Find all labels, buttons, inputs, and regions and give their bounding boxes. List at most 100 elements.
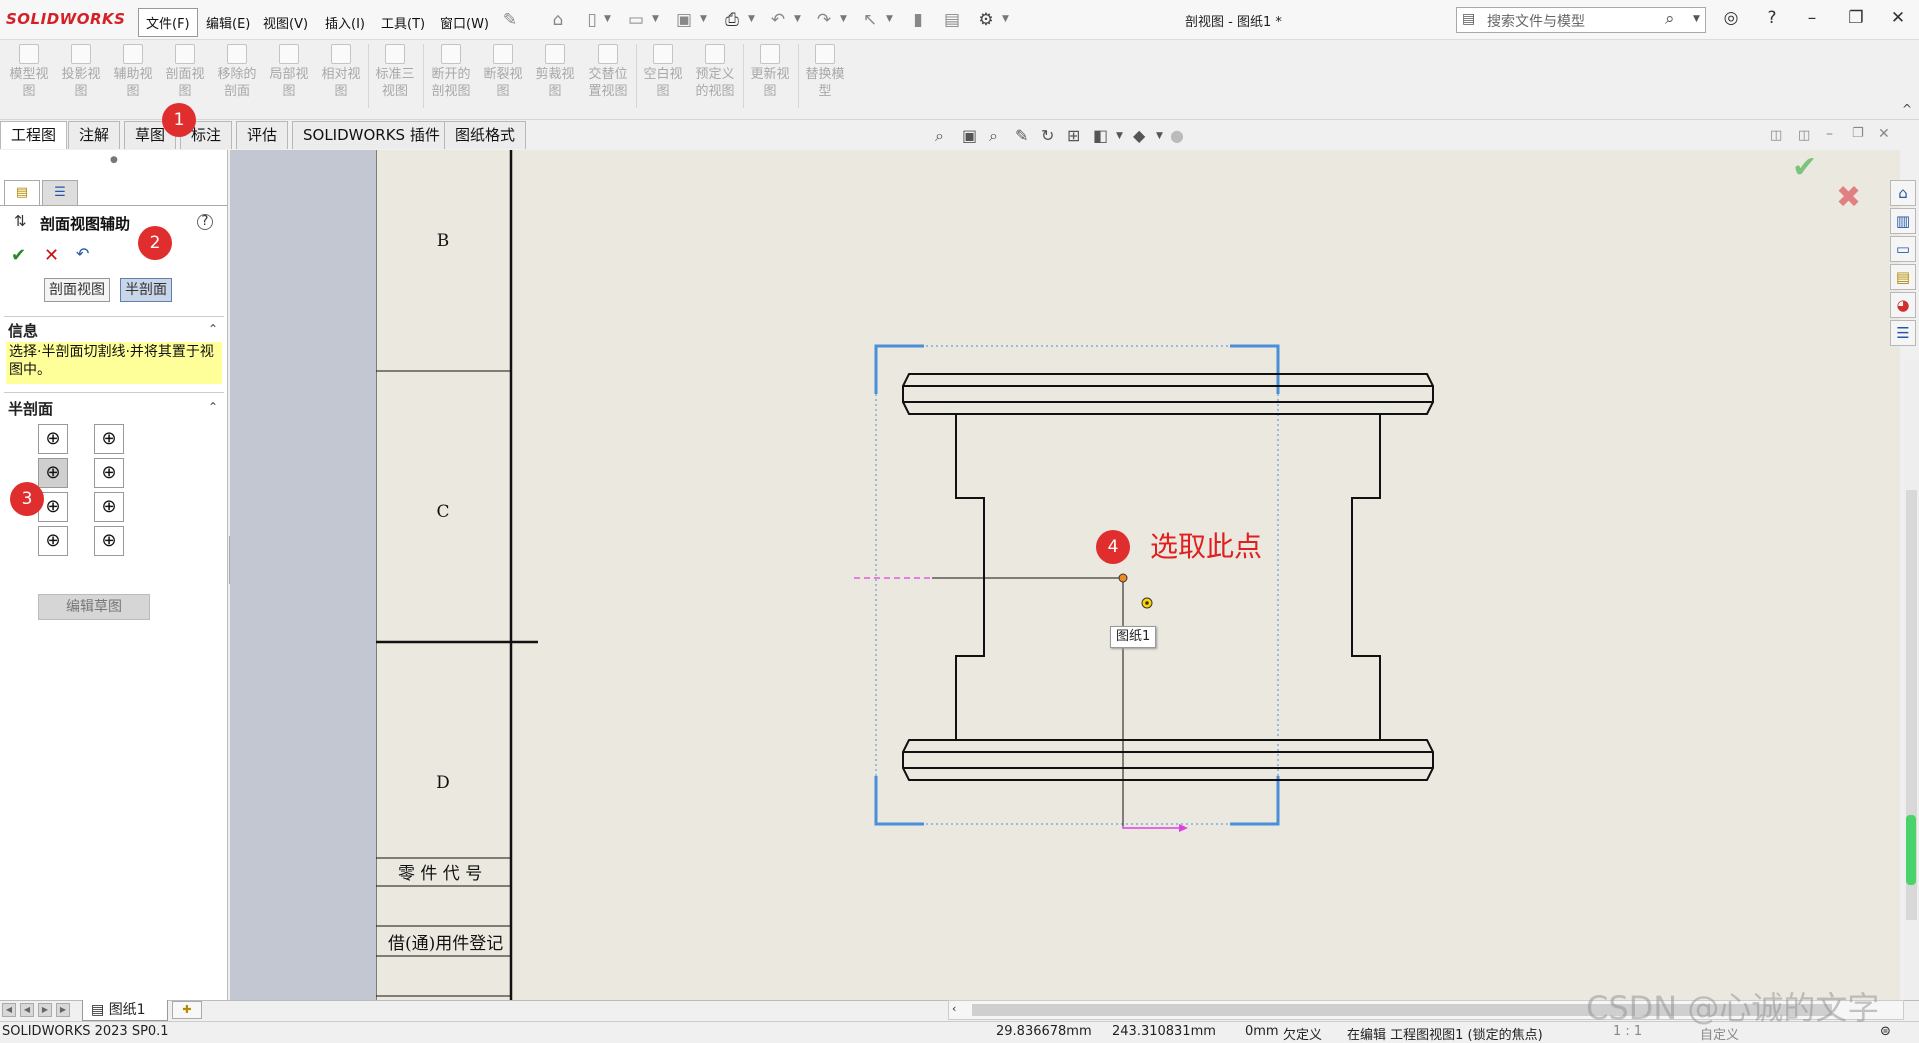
file-properties-icon[interactable]: ▤ [942, 10, 962, 30]
chevron-up-icon[interactable]: ⌃ [208, 400, 218, 414]
replace-model-button[interactable]: 替换模型 [802, 44, 848, 100]
part-outline[interactable] [902, 373, 1434, 781]
pick-point[interactable] [1118, 573, 1128, 583]
minimize-icon[interactable]: – [1826, 126, 1833, 142]
mode-section-view-button[interactable]: 剖面视图 [44, 278, 110, 302]
menu-tools[interactable]: 工具(T) [375, 11, 431, 34]
pan-icon[interactable]: ✎ [1015, 126, 1028, 145]
split-view-icon[interactable]: ◫ [1770, 128, 1782, 143]
property-manager-tab[interactable]: ▤ [4, 180, 40, 206]
select-arrow-icon[interactable]: ↖ [860, 10, 880, 30]
close-icon[interactable]: ✕ [1886, 8, 1910, 28]
half-section-top-right-button[interactable]: ⊕ [38, 424, 68, 454]
tab-sheet-format[interactable]: 图纸格式 [444, 121, 527, 149]
help-icon[interactable]: ? [1760, 8, 1784, 28]
redo-icon[interactable]: ↷ [814, 10, 834, 30]
broken-out-section-button[interactable]: 断开的剖视图 [427, 44, 475, 100]
chevron-down-icon[interactable]: ▼ [604, 14, 611, 24]
half-section-right-up-button[interactable]: ⊕ [38, 526, 68, 556]
model-view-button[interactable]: 模型视图 [6, 44, 52, 100]
close-icon[interactable]: ✕ [1878, 126, 1890, 142]
menu-view[interactable]: 视图(V) [257, 11, 314, 34]
standard-3-view-button[interactable]: 标准三视图 [372, 44, 418, 100]
chevron-down-icon[interactable]: ▼ [1116, 131, 1123, 141]
relative-view-button[interactable]: 相对视图 [318, 44, 364, 100]
scroll-left-icon[interactable]: ‹ [952, 1002, 956, 1015]
chevron-down-icon[interactable]: ▼ [700, 14, 707, 24]
detail-view-button[interactable]: 局部视图 [266, 44, 312, 100]
open-folder-icon[interactable]: ▭ [626, 10, 646, 30]
user-icon[interactable]: ◎ [1719, 8, 1743, 28]
tab-evaluate[interactable]: 评估 [236, 121, 289, 149]
tab-annotation[interactable]: 注解 [68, 121, 121, 149]
tab-drawing[interactable]: 工程图 [0, 121, 68, 149]
rotate-icon[interactable]: ↻ [1041, 126, 1054, 145]
chevron-down-icon[interactable]: ▼ [748, 14, 755, 24]
new-document-icon[interactable]: ▯ [582, 10, 602, 30]
home-icon[interactable]: ⌂ [548, 10, 568, 30]
crop-view-button[interactable]: 剪裁视图 [532, 44, 578, 100]
chevron-down-icon[interactable]: ▼ [652, 14, 659, 24]
half-section-left-up-button[interactable]: ⊕ [94, 526, 124, 556]
rebuild-icon[interactable]: ▮ [908, 10, 928, 30]
cancel-x-icon[interactable]: ✕ [44, 245, 59, 266]
menu-file[interactable]: 文件(F) [138, 8, 198, 37]
next-sheet-icon[interactable]: ▶ [38, 1003, 52, 1017]
half-section-bottom-left-button[interactable]: ⊕ [94, 458, 124, 488]
3d-drawing-view-icon[interactable]: ⊞ [1067, 126, 1080, 145]
empty-view-button[interactable]: 空白视图 [640, 44, 686, 100]
previous-view-icon[interactable]: ⌕ [989, 126, 998, 146]
alternate-position-button[interactable]: 交替位置视图 [584, 44, 632, 100]
projected-view-button[interactable]: 投影视图 [58, 44, 104, 100]
chevron-down-icon[interactable]: ▼ [794, 14, 801, 24]
sheet-tab[interactable]: ▤ 图纸1 [82, 1000, 168, 1021]
half-section-group-header[interactable]: 半剖面 [8, 398, 53, 419]
update-view-button[interactable]: 更新视图 [747, 44, 793, 100]
pin-icon[interactable]: ✎ [500, 10, 520, 30]
mode-half-section-button[interactable]: 半剖面 [120, 278, 172, 302]
menu-insert[interactable]: 插入(I) [319, 11, 371, 34]
edit-sketch-button[interactable]: 编辑草图 [38, 594, 150, 620]
menu-window[interactable]: 窗口(W) [434, 11, 495, 34]
undo-icon[interactable]: ↶ [768, 10, 788, 30]
menu-edit[interactable]: 编辑(E) [200, 11, 256, 34]
chevron-up-icon[interactable]: ⌃ [208, 322, 218, 336]
panel-grip-icon[interactable]: ● [110, 155, 118, 165]
predefined-view-button[interactable]: 预定义的视图 [692, 44, 738, 100]
print-icon[interactable]: ⎙ [722, 10, 742, 30]
gear-icon[interactable]: ⚙ [976, 10, 996, 30]
info-group-header[interactable]: 信息 [8, 320, 38, 341]
tab-addins[interactable]: SOLIDWORKS 插件 [292, 121, 451, 149]
first-sheet-icon[interactable]: ◀ [2, 1003, 16, 1017]
section-view-button[interactable]: 剖面视图 [162, 44, 208, 100]
auxiliary-view-button[interactable]: 辅助视图 [110, 44, 156, 100]
hide-show-icon[interactable]: ◆ [1133, 126, 1145, 145]
save-icon[interactable]: ▣ [674, 10, 694, 30]
collapse-ribbon-icon[interactable]: ^ [1902, 102, 1912, 116]
status-options-icon[interactable]: ⊜ [1880, 1024, 1891, 1039]
zoom-to-fit-icon[interactable]: ⌕ [935, 126, 944, 146]
solidworks-logo[interactable]: SOLIDWORKS [6, 10, 125, 28]
last-sheet-icon[interactable]: ▶ [56, 1003, 70, 1017]
half-section-left-down-button[interactable]: ⊕ [94, 492, 124, 522]
chevron-down-icon[interactable]: ▼ [1002, 14, 1009, 24]
appearance-icon[interactable]: ● [1170, 126, 1184, 145]
drawing-canvas[interactable]: B C D 零 件 代 号 借(通)用件登记 [376, 150, 1900, 1000]
view-orientation-icon[interactable]: ◧ [1093, 126, 1108, 145]
minimize-icon[interactable]: – [1800, 8, 1824, 28]
feature-tree-tab[interactable]: ☰ [42, 180, 78, 206]
chevron-down-icon[interactable]: ▼ [840, 14, 847, 24]
search-icon[interactable]: ⌕ [1665, 9, 1675, 29]
ok-check-icon[interactable]: ✔ [11, 245, 26, 266]
restore-icon[interactable]: ❐ [1852, 126, 1864, 141]
undo-icon[interactable]: ↶ [76, 244, 89, 263]
removed-section-button[interactable]: 移除的剖面 [214, 44, 260, 100]
half-section-top-left-button[interactable]: ⊕ [94, 424, 124, 454]
break-view-button[interactable]: 断裂视图 [480, 44, 526, 100]
add-sheet-icon[interactable]: ✚ [172, 1001, 202, 1019]
half-section-bottom-right-button[interactable]: ⊕ [38, 458, 68, 488]
chevron-down-icon[interactable]: ▼ [1693, 14, 1700, 24]
restore-icon[interactable]: ❐ [1844, 8, 1868, 28]
help-icon[interactable]: ? [197, 214, 213, 230]
chevron-down-icon[interactable]: ▼ [886, 14, 893, 24]
